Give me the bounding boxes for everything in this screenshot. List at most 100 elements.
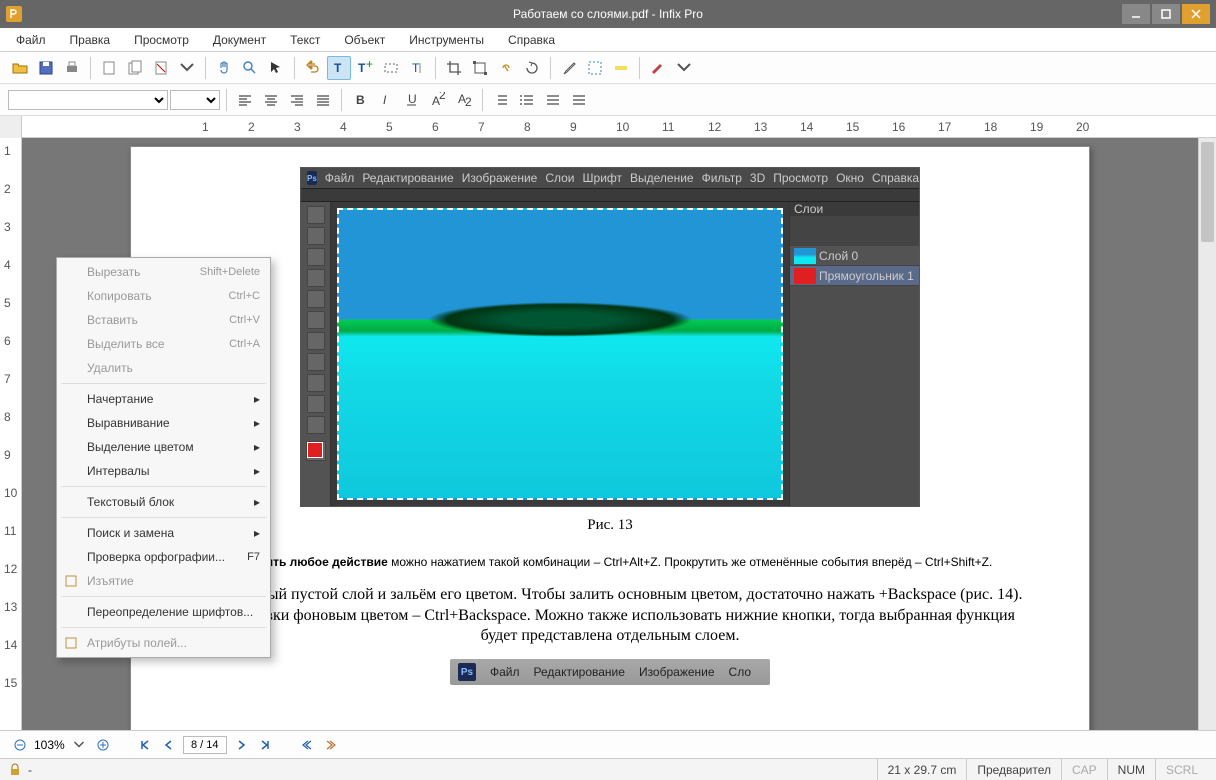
- vtext-icon[interactable]: T: [405, 56, 429, 80]
- ctx-item[interactable]: Переопределение шрифтов...: [57, 600, 270, 624]
- open-icon[interactable]: [8, 56, 32, 80]
- dropdown-icon[interactable]: [175, 56, 199, 80]
- menu-document[interactable]: Документ: [207, 30, 272, 50]
- deletepage-icon[interactable]: [149, 56, 173, 80]
- zoom-value: 103%: [34, 738, 65, 752]
- status-hint: Предварител: [966, 759, 1061, 780]
- menubar: Файл Правка Просмотр Документ Текст Объе…: [0, 28, 1216, 52]
- menu-file[interactable]: Файл: [10, 30, 52, 50]
- align-center-icon[interactable]: [259, 88, 283, 112]
- svg-text:T: T: [334, 61, 342, 75]
- print-icon[interactable]: [60, 56, 84, 80]
- superscript-icon[interactable]: A2: [426, 88, 450, 112]
- status-num: NUM: [1107, 759, 1155, 780]
- redact-icon: [63, 573, 79, 589]
- eyedropper-icon[interactable]: [557, 56, 581, 80]
- close-button[interactable]: [1182, 4, 1210, 24]
- align-right-icon[interactable]: [285, 88, 309, 112]
- ctx-item: ВставитьCtrl+V: [57, 308, 270, 332]
- hand-icon[interactable]: [212, 56, 236, 80]
- align-justify-icon[interactable]: [311, 88, 335, 112]
- zoom-dropdown-button[interactable]: [69, 735, 89, 755]
- save-icon[interactable]: [34, 56, 58, 80]
- ctx-item[interactable]: Начертание▸: [57, 387, 270, 411]
- align-left-icon[interactable]: [233, 88, 257, 112]
- status-scrl: SCRL: [1155, 759, 1208, 780]
- minimize-button[interactable]: [1122, 4, 1150, 24]
- ps-tools-panel: [301, 202, 331, 506]
- ps-swatch-icon: [306, 441, 326, 461]
- menu-object[interactable]: Объект: [338, 30, 391, 50]
- draw-icon[interactable]: [646, 56, 670, 80]
- list1-icon[interactable]: [489, 88, 513, 112]
- maximize-button[interactable]: [1152, 4, 1180, 24]
- window-title: Работаем со слоями.pdf - Infix Pro: [513, 7, 703, 21]
- titlebar: Работаем со слоями.pdf - Infix Pro: [0, 0, 1216, 28]
- svg-text:+: +: [366, 60, 373, 71]
- prev-page-button[interactable]: [159, 735, 179, 755]
- rotate-icon[interactable]: [520, 56, 544, 80]
- paragraph-2: дадим новый пустой слой и зальём его цве…: [191, 585, 1029, 647]
- status-caps: CAP: [1061, 759, 1107, 780]
- ctx-item: Атрибуты полей...: [57, 631, 270, 655]
- svg-text:2: 2: [465, 95, 472, 108]
- ctx-item: Удалить: [57, 356, 270, 380]
- context-menu: ВырезатьShift+DeleteКопироватьCtrl+CВста…: [56, 257, 271, 658]
- ctx-item[interactable]: Выравнивание▸: [57, 411, 270, 435]
- crop-icon[interactable]: [442, 56, 466, 80]
- zoom-out-button[interactable]: [10, 735, 30, 755]
- marquee-icon[interactable]: [583, 56, 607, 80]
- zoom-in-button[interactable]: [93, 735, 113, 755]
- zoom-icon[interactable]: [238, 56, 262, 80]
- next-page-button[interactable]: [231, 735, 251, 755]
- lock-icon: [8, 763, 22, 777]
- undo-icon[interactable]: [301, 56, 325, 80]
- underline-icon[interactable]: U: [400, 88, 424, 112]
- status-dimensions: 21 x 29.7 cm: [877, 759, 967, 780]
- copypage-icon[interactable]: [123, 56, 147, 80]
- bold-icon[interactable]: B: [348, 88, 372, 112]
- menu-help[interactable]: Справка: [502, 30, 561, 50]
- ps-logo-icon: Ps: [307, 171, 317, 185]
- ctx-item[interactable]: Проверка орфографии...F7: [57, 545, 270, 569]
- subscript-icon[interactable]: A2: [452, 88, 476, 112]
- list4-icon[interactable]: [567, 88, 591, 112]
- size-select[interactable]: [170, 90, 220, 110]
- font-select[interactable]: [8, 90, 168, 110]
- object-tool-icon[interactable]: [379, 56, 403, 80]
- forward-button[interactable]: [321, 735, 341, 755]
- dropdown2-icon[interactable]: [672, 56, 696, 80]
- ruler-vertical: 123456789101112131415: [0, 138, 22, 730]
- transform-icon[interactable]: [468, 56, 492, 80]
- ctx-item[interactable]: Текстовый блок▸: [57, 490, 270, 514]
- list3-icon[interactable]: [541, 88, 565, 112]
- textplus-icon[interactable]: T+: [353, 56, 377, 80]
- menu-tools[interactable]: Инструменты: [403, 30, 490, 50]
- highlight-icon[interactable]: [609, 56, 633, 80]
- ps-logo-icon: Ps: [458, 663, 476, 681]
- vertical-scrollbar[interactable]: [1198, 138, 1216, 730]
- ctx-item: ВырезатьShift+Delete: [57, 260, 270, 284]
- list2-icon[interactable]: [515, 88, 539, 112]
- menu-edit[interactable]: Правка: [64, 30, 117, 50]
- newpage-icon[interactable]: [97, 56, 121, 80]
- menu-view[interactable]: Просмотр: [128, 30, 195, 50]
- first-page-button[interactable]: [135, 735, 155, 755]
- pointer-icon[interactable]: [264, 56, 288, 80]
- text-tool-icon[interactable]: T: [327, 56, 351, 80]
- last-page-button[interactable]: [255, 735, 275, 755]
- menu-text[interactable]: Текст: [284, 30, 326, 50]
- link-icon[interactable]: [494, 56, 518, 80]
- ruler-horizontal: 1234567891011121314151617181920: [0, 116, 1216, 138]
- figure-caption: Рис. 13: [191, 517, 1029, 534]
- back-button[interactable]: [297, 735, 317, 755]
- ctx-item[interactable]: Интервалы▸: [57, 459, 270, 483]
- svg-text:T: T: [412, 61, 420, 75]
- page-input[interactable]: [183, 736, 227, 754]
- ctx-item[interactable]: Выделение цветом▸: [57, 435, 270, 459]
- italic-icon[interactable]: I: [374, 88, 398, 112]
- status-bar: - 21 x 29.7 cm Предварител CAP NUM SCRL: [0, 758, 1216, 780]
- svg-text:I: I: [383, 93, 387, 107]
- ctx-item: Выделить всеCtrl+A: [57, 332, 270, 356]
- ctx-item[interactable]: Поиск и замена▸: [57, 521, 270, 545]
